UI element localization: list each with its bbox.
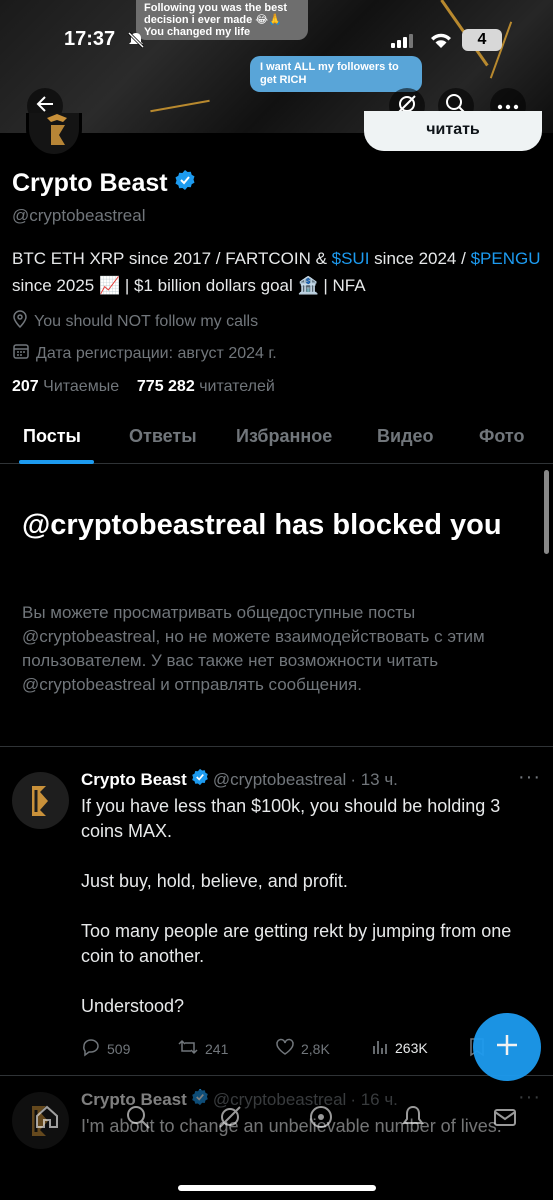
profile-joined-date: Дата регистрации: август 2024 г. (12, 342, 277, 365)
profile-tabs: Посты Ответы Избранное Видео Фото (0, 420, 553, 464)
profile-name-text: Crypto Beast (12, 169, 168, 197)
location-pin-icon (12, 310, 28, 333)
nav-notifications[interactable] (398, 1104, 428, 1134)
profile-bio: BTC ETH XRP since 2017 / FARTCOIN & $SUI… (12, 249, 541, 295)
tab-photos[interactable]: Фото (479, 426, 524, 447)
communities-icon (308, 1104, 334, 1135)
following-link[interactable]: 207 Читаемые (12, 378, 119, 395)
tab-videos[interactable]: Видео (377, 426, 434, 447)
follow-button[interactable]: читать (364, 111, 542, 151)
nav-search[interactable] (123, 1104, 153, 1134)
like-button[interactable]: 2,8K (275, 1037, 330, 1060)
active-tab-indicator (19, 460, 94, 464)
tweet-avatar[interactable] (12, 772, 69, 829)
profile-location: You should NOT follow my calls (12, 310, 258, 333)
tweet-header: Crypto Beast @cryptobeastreal · 13 ч. (81, 768, 398, 791)
blocked-description: Вы можете просматривать общедоступные по… (22, 603, 485, 694)
divider (0, 746, 553, 747)
views-button[interactable]: 263K (371, 1037, 428, 1058)
grok-icon (217, 1104, 243, 1135)
wifi-icon (428, 30, 454, 55)
banner-bubble: I want ALL my followers to get RICH (250, 56, 422, 92)
scrollbar[interactable] (544, 470, 549, 554)
tweet-more-button[interactable]: ··· (518, 766, 541, 789)
followers-link[interactable]: 775 282 читателей (137, 378, 275, 395)
verified-badge-icon (174, 169, 196, 198)
cashtag-sui-link[interactable]: $SUI (332, 249, 370, 268)
nav-messages[interactable] (490, 1104, 520, 1134)
calendar-icon (12, 342, 30, 365)
signal-icon (391, 34, 413, 48)
divider (0, 1075, 553, 1076)
bottom-navigation (0, 1090, 553, 1200)
plus-icon (494, 1032, 520, 1063)
status-time: 17:37 (64, 28, 116, 50)
profile-stats: 207 Читаемые 775 282 читателей (12, 378, 275, 396)
bell-muted-icon (126, 30, 146, 50)
reply-button[interactable]: 509 (81, 1037, 130, 1060)
tweet-author-handle[interactable]: @cryptobeastreal (213, 770, 347, 790)
profile-avatar[interactable] (26, 113, 82, 157)
heart-icon (275, 1037, 295, 1060)
envelope-icon (492, 1104, 518, 1135)
tab-replies[interactable]: Ответы (129, 426, 197, 447)
compose-post-button[interactable] (473, 1013, 541, 1081)
repost-icon (177, 1037, 199, 1060)
home-icon (34, 1104, 60, 1135)
nav-communities[interactable] (306, 1104, 336, 1134)
home-indicator (178, 1185, 376, 1191)
tweet-author-name[interactable]: Crypto Beast (81, 770, 187, 790)
nav-home[interactable] (32, 1104, 62, 1134)
search-icon (125, 1104, 151, 1135)
bell-icon (400, 1104, 426, 1135)
tweet-timestamp[interactable]: · 13 ч. (350, 770, 398, 790)
tweet-actions: 509 241 2,8K 263K (81, 1037, 541, 1059)
nav-grok[interactable] (215, 1104, 245, 1134)
tab-highlights[interactable]: Избранное (236, 426, 332, 447)
verified-badge-icon (191, 768, 209, 791)
reply-icon (81, 1037, 101, 1060)
tweet-text[interactable]: If you have less than $100k, you should … (81, 794, 541, 1044)
status-bar: 17:37 4 (0, 26, 553, 56)
battery-indicator: 4 (462, 29, 502, 51)
profile-name: Crypto Beast (12, 169, 196, 198)
tab-posts[interactable]: Посты (23, 426, 81, 447)
profile-handle: @cryptobeastreal (12, 206, 146, 225)
cashtag-pengu-link[interactable]: $PENGU (471, 249, 541, 268)
repost-button[interactable]: 241 (177, 1037, 228, 1060)
blocked-title: @cryptobeastreal has blocked you (22, 509, 502, 541)
views-bar-chart-icon (371, 1037, 389, 1058)
